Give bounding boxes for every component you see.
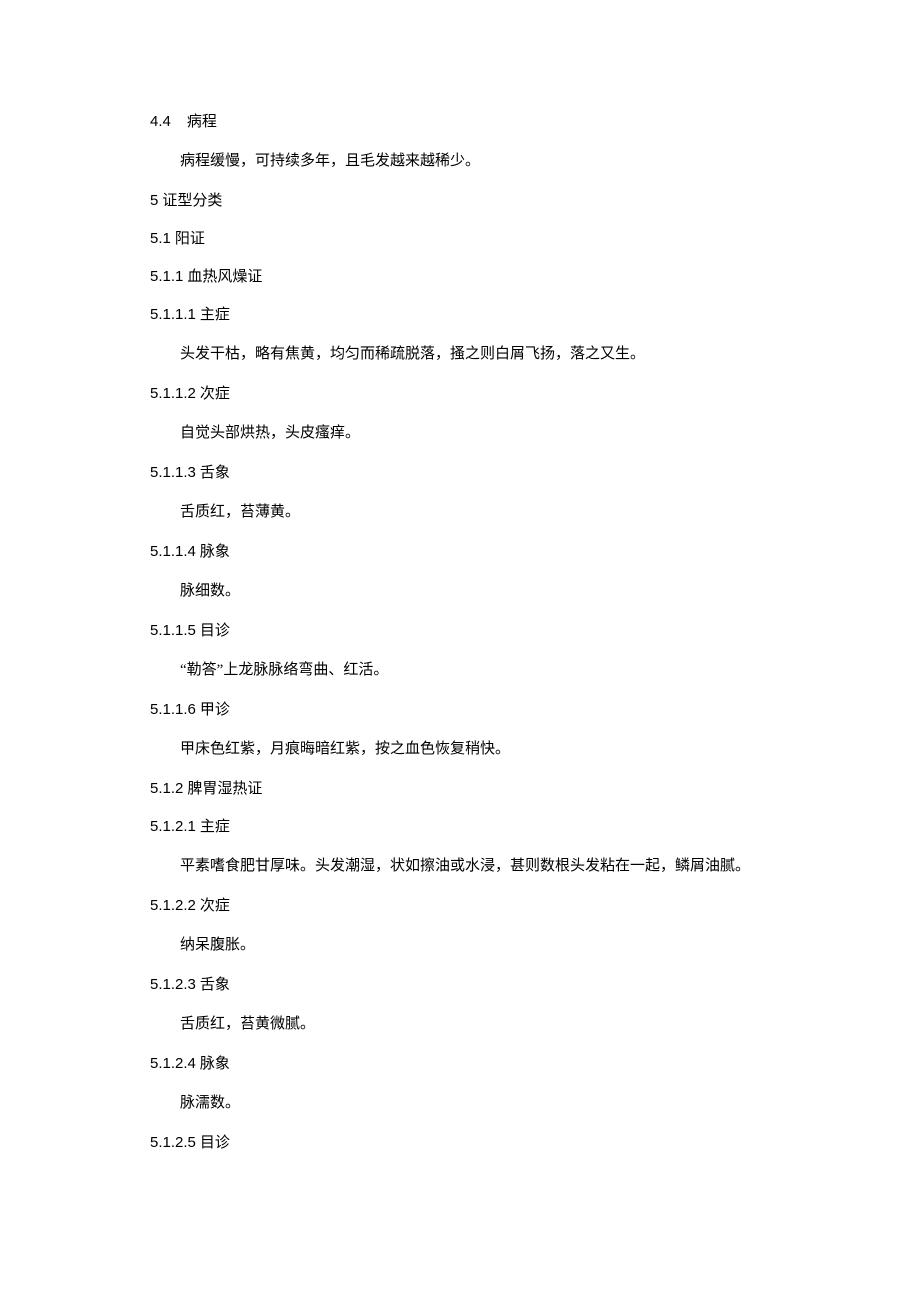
heading-label: 舌象 (200, 976, 230, 993)
heading-5: 5证型分类 (150, 189, 770, 213)
heading-label: 主症 (200, 306, 230, 323)
heading-number: 5.1.2.1 (150, 818, 196, 835)
paragraph: 舌质红，苔薄黄。 (150, 499, 770, 526)
heading-5-1-2-5: 5.1.2.5目诊 (150, 1131, 770, 1155)
paragraph: 脉细数。 (150, 578, 770, 605)
heading-label: 病程 (187, 113, 217, 130)
heading-5-1-2-2: 5.1.2.2次症 (150, 894, 770, 918)
heading-label: 次症 (200, 385, 230, 402)
heading-number: 5.1.1.1 (150, 306, 196, 323)
heading-label: 舌象 (200, 464, 230, 481)
heading-5-1-1-3: 5.1.1.3舌象 (150, 461, 770, 485)
heading-label: 血热风燥证 (187, 268, 262, 285)
heading-5-1-2-3: 5.1.2.3舌象 (150, 973, 770, 997)
paragraph: 舌质红，苔黄微腻。 (150, 1011, 770, 1038)
heading-label: 甲诊 (200, 701, 230, 718)
heading-5-1-1-5: 5.1.1.5目诊 (150, 619, 770, 643)
heading-number: 5.1.2 (150, 780, 183, 797)
document-page: 4.4 病程 病程缓慢，可持续多年，且毛发越来越稀少。 5证型分类 5.1阳证 5… (0, 0, 920, 1301)
heading-5-1: 5.1阳证 (150, 227, 770, 251)
heading-5-1-2-4: 5.1.2.4脉象 (150, 1052, 770, 1076)
heading-number: 5 (150, 192, 158, 209)
heading-label: 次症 (200, 897, 230, 914)
heading-number: 5.1.2.4 (150, 1055, 196, 1072)
paragraph: 纳呆腹胀。 (150, 932, 770, 959)
heading-label: 脉象 (200, 1055, 230, 1072)
heading-label: 阳证 (175, 230, 205, 247)
paragraph: 平素嗜食肥甘厚味。头发潮湿，状如擦油或水浸，甚则数根头发粘在一起，鳞屑油腻。 (150, 853, 770, 880)
heading-number: 5.1.2.2 (150, 897, 196, 914)
heading-label: 证型分类 (162, 192, 222, 209)
heading-number: 5.1.1.6 (150, 701, 196, 718)
heading-number: 5.1.1.4 (150, 543, 196, 560)
heading-label: 脉象 (200, 543, 230, 560)
heading-5-1-2-1: 5.1.2.1主症 (150, 815, 770, 839)
paragraph: 头发干枯，略有焦黄，均匀而稀疏脱落，搔之则白屑飞扬，落之又生。 (150, 341, 770, 368)
heading-number: 5.1.1.5 (150, 622, 196, 639)
paragraph: 病程缓慢，可持续多年，且毛发越来越稀少。 (150, 148, 770, 175)
heading-5-1-1-1: 5.1.1.1主症 (150, 303, 770, 327)
heading-number: 5.1.1 (150, 268, 183, 285)
heading-5-1-2: 5.1.2脾胃湿热证 (150, 777, 770, 801)
heading-5-1-1-6: 5.1.1.6甲诊 (150, 698, 770, 722)
heading-number: 5.1.2.3 (150, 976, 196, 993)
heading-label: 目诊 (200, 622, 230, 639)
paragraph: 自觉头部烘热，头皮瘙痒。 (150, 420, 770, 447)
heading-number: 5.1.1.3 (150, 464, 196, 481)
paragraph: 脉濡数。 (150, 1090, 770, 1117)
heading-5-1-1-4: 5.1.1.4脉象 (150, 540, 770, 564)
heading-label: 目诊 (200, 1134, 230, 1151)
paragraph: “勒答”上龙脉脉络弯曲、红活。 (150, 657, 770, 684)
paragraph: 甲床色红紫，月痕晦暗红紫，按之血色恢复稍快。 (150, 736, 770, 763)
heading-number: 5.1.2.5 (150, 1134, 196, 1151)
heading-5-1-1: 5.1.1血热风燥证 (150, 265, 770, 289)
heading-4-4: 4.4 病程 (150, 110, 770, 134)
heading-label: 脾胃湿热证 (187, 780, 262, 797)
heading-5-1-1-2: 5.1.1.2次症 (150, 382, 770, 406)
heading-number: 5.1.1.2 (150, 385, 196, 402)
heading-number: 4.4 (150, 113, 171, 130)
heading-number: 5.1 (150, 230, 171, 247)
heading-label: 主症 (200, 818, 230, 835)
